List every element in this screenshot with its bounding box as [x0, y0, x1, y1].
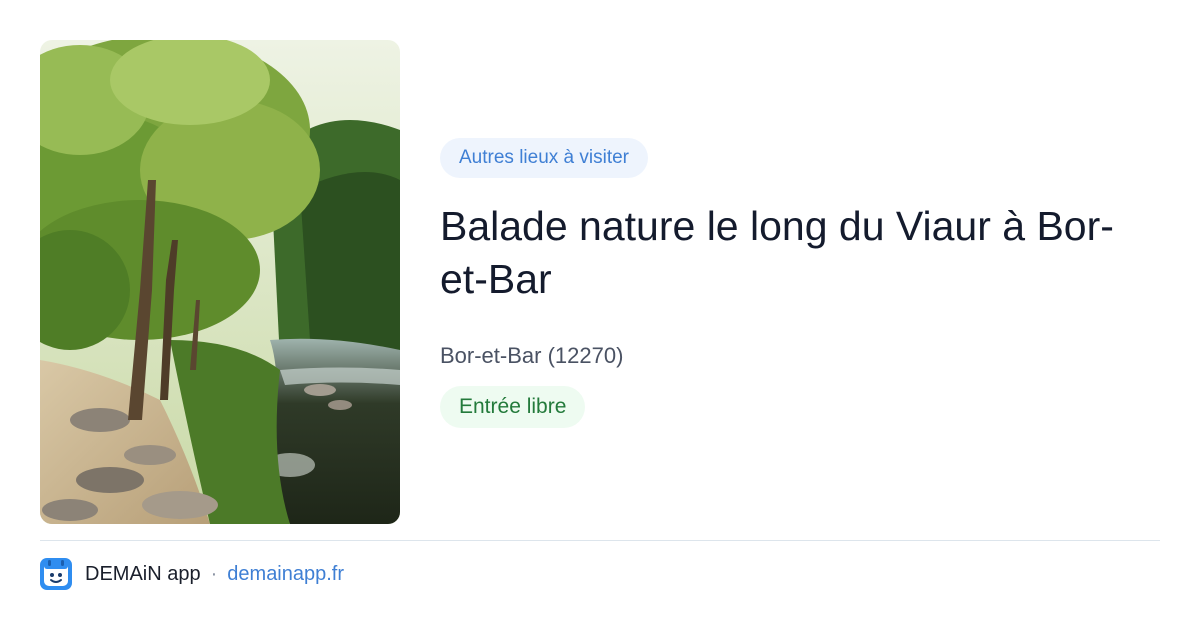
- place-location: Bor-et-Bar (12270): [440, 343, 624, 368]
- entry-badge: Entrée libre: [440, 386, 586, 428]
- place-title: Balade nature le long du Viaur à Bor-et-…: [440, 203, 1114, 302]
- demain-app-icon: [40, 558, 72, 590]
- footer-separator: ·: [210, 562, 218, 585]
- place-photo: [40, 40, 400, 524]
- share-card: Autres lieux à visiter Balade nature le …: [0, 0, 1200, 630]
- app-name: DEMAiN app: [85, 562, 201, 585]
- domain-link[interactable]: demainapp.fr: [227, 563, 344, 586]
- place-info: Autres lieux à visiter Balade nature le …: [440, 138, 1160, 428]
- category-badge[interactable]: Autres lieux à visiter: [440, 138, 649, 178]
- footer: DEMAiN app · demainapp.fr: [40, 558, 344, 590]
- footer-divider: [40, 540, 1160, 541]
